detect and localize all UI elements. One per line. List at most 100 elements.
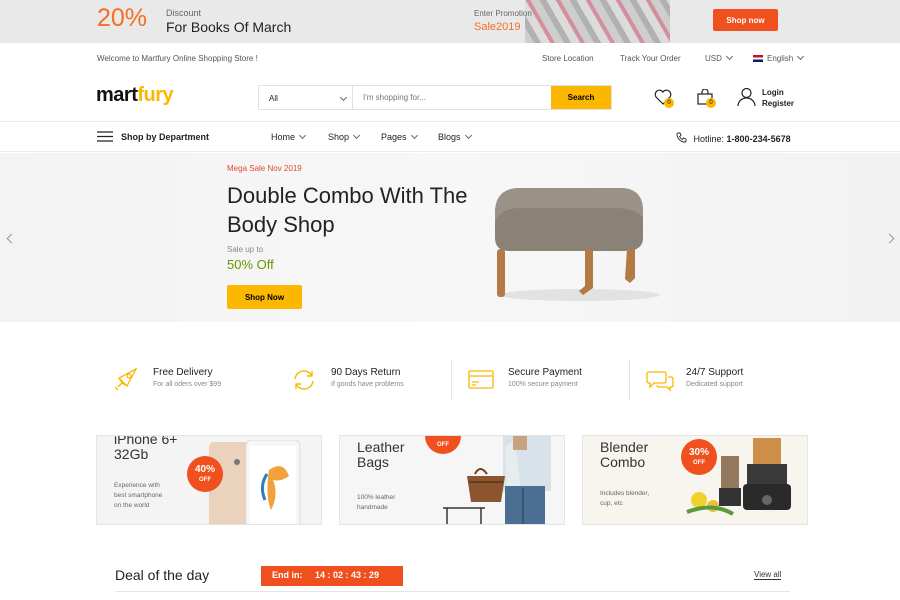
hero-tag: Mega Sale Nov 2019 — [227, 164, 302, 173]
currency-label: USD — [705, 54, 722, 63]
promo-desc: Experience with best smartphone on the wor… — [114, 481, 162, 511]
promo-title: iPhone 6+ 32Gb — [114, 436, 177, 462]
currency-selector[interactable]: USD — [705, 52, 733, 63]
deal-countdown: End in: 14 : 02 : 43 : 29 — [261, 566, 403, 586]
promo-title: Leather Bags — [357, 440, 404, 470]
site-logo[interactable]: martfury — [96, 84, 174, 107]
chevron-down-icon — [410, 131, 418, 140]
nav-pages-label: Pages — [381, 132, 407, 142]
return-icon — [294, 370, 314, 390]
promo-desc-line1: Experience with — [114, 482, 160, 489]
promo-desc: Includes blender, cup, etc — [600, 489, 649, 509]
feature-subtitle: Dedicated support — [686, 381, 743, 388]
hotline: Hotline: 1-800-234-5678 — [676, 132, 791, 144]
promo-title: Blender Combo — [600, 440, 648, 470]
promo-desc-line2: handmade — [357, 504, 388, 511]
logo-part-2: fury — [137, 84, 174, 106]
feature-subtitle: 100% secure payment — [508, 381, 578, 388]
hero-sale-value: 50% Off — [227, 257, 274, 272]
feature-title: 90 Days Return — [331, 367, 401, 378]
badge-label: OFF — [693, 460, 705, 466]
nav-blogs-label: Blogs — [438, 132, 461, 142]
badge-value: 30% — [688, 447, 709, 458]
view-all-link[interactable]: View all — [754, 570, 782, 580]
search-bar: All Search — [258, 85, 612, 110]
uk-flag-icon — [753, 55, 763, 62]
promo-title-line2: 32Gb — [114, 446, 149, 462]
promo-title-line1: Leather — [357, 439, 405, 455]
track-order-link[interactable]: Track Your Order — [620, 54, 681, 63]
hero-shop-now-button[interactable]: Shop Now — [227, 285, 302, 309]
hotline-label: Hotline: — [693, 134, 725, 144]
promo-card-leather-bags[interactable]: Leather Bags 100% leather handmade OFF — [339, 435, 565, 525]
feature-secure-payment: Secure Payment 100% secure payment — [468, 360, 628, 400]
feature-title: Free Delivery — [153, 367, 213, 378]
phone-icon — [676, 132, 687, 143]
main-nav: Shop by Department Home Shop Pages Blogs… — [0, 121, 900, 152]
welcome-text: Welcome to Martfury Online Shopping Stor… — [97, 54, 258, 63]
promo-card-iphone[interactable]: iPhone 6+ 32Gb Experience with best smartp… — [96, 435, 322, 525]
rocket-icon — [114, 367, 138, 391]
leather-bag-model-image — [443, 436, 551, 524]
discount-label: Discount — [166, 8, 202, 18]
topbar-shop-now-button[interactable]: Shop now — [713, 9, 778, 31]
nav-item-blogs[interactable]: Blogs — [438, 131, 472, 142]
user-icon[interactable] — [737, 87, 756, 107]
promo-desc-line1: 100% leather — [357, 494, 396, 501]
promo-desc-line2: cup, etc — [600, 500, 623, 507]
slider-next-arrow[interactable] — [884, 233, 895, 244]
promo-desc-line2: best smartphone — [114, 492, 163, 499]
promo-desc-line3: on the world — [114, 502, 150, 509]
chevron-down-icon — [339, 93, 348, 102]
language-label: English — [767, 54, 794, 63]
store-location-link[interactable]: Store Location — [542, 54, 594, 63]
feature-subtitle: For all oders over $99 — [153, 381, 222, 388]
shop-by-department-button[interactable]: Shop by Department — [97, 131, 209, 142]
nav-item-home[interactable]: Home — [271, 131, 307, 142]
promo-title-line2: Combo — [600, 454, 646, 470]
badge-value: 40% — [194, 464, 215, 475]
promo-title-line1: Blender — [600, 439, 649, 455]
hero-title: Double Combo With The Body Shop — [227, 183, 468, 237]
cart-button[interactable]: 0 — [696, 88, 716, 110]
countdown-label: End in: — [272, 570, 303, 580]
slider-prev-arrow[interactable] — [6, 233, 17, 244]
nav-item-pages[interactable]: Pages — [381, 131, 418, 142]
promo-title-line2: Bags — [357, 454, 389, 470]
account-links: Login Register — [762, 87, 794, 109]
feature-title: Secure Payment — [508, 367, 582, 378]
promo-code: Sale2019 — [474, 21, 521, 33]
language-selector[interactable]: English — [753, 52, 805, 63]
top-promo-bar: 20% Discount For Books Of March Enter Pr… — [0, 0, 900, 43]
search-category-select[interactable]: All — [259, 86, 353, 109]
search-input[interactable] — [353, 86, 551, 109]
deal-of-day-title: Deal of the day — [115, 567, 210, 583]
register-link[interactable]: Register — [762, 98, 794, 109]
department-label: Shop by Department — [121, 131, 210, 142]
promo-card-blender[interactable]: Blender Combo Includes blender, cup, etc 3… — [582, 435, 808, 525]
wishlist-button[interactable]: 0 — [654, 89, 674, 110]
nav-home-label: Home — [271, 132, 296, 142]
feature-support: 24/7 Support Dedicated support — [646, 360, 796, 400]
countdown-value: 14 : 02 : 43 : 29 — [315, 570, 380, 580]
nav-shop-label: Shop — [328, 132, 350, 142]
login-link[interactable]: Login — [762, 87, 794, 98]
ottoman-image — [495, 188, 660, 301]
hotline-number: 1-800-234-5678 — [726, 134, 791, 144]
search-button[interactable]: Search — [551, 86, 611, 109]
discount-text: For Books Of March — [166, 19, 292, 35]
badge-label: OFF — [199, 477, 211, 483]
feature-return: 90 Days Return If goods have problems — [291, 360, 451, 400]
discount-badge: 30% OFF — [681, 439, 717, 475]
features-row: Free Delivery For all oders over $99 90 … — [0, 360, 900, 400]
credit-card-icon — [468, 370, 494, 389]
books-promo-image — [525, 0, 670, 43]
promo-label: Enter Promotion — [474, 9, 532, 18]
hero-sale-label: Sale up to — [227, 245, 264, 254]
nav-item-shop[interactable]: Shop — [328, 131, 361, 142]
iphone-image — [209, 440, 301, 524]
chevron-down-icon — [725, 52, 733, 61]
chat-icon — [646, 371, 674, 392]
promo-desc: 100% leather handmade — [357, 493, 395, 513]
chevron-down-icon — [298, 131, 307, 140]
